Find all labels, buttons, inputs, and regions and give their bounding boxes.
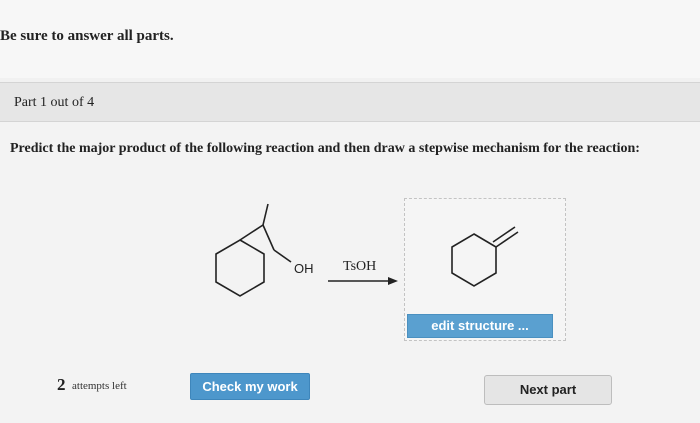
product-structure [451,226,519,287]
check-my-work-button[interactable]: Check my work [190,373,310,400]
reactant-structure [215,203,292,297]
product-exocyclic-double-bond-a [495,231,519,248]
part-header-bar: Part 1 out of 4 [0,82,700,122]
attempts-label: attempts left [72,380,127,392]
edit-structure-button[interactable]: edit structure ... [407,314,553,338]
attempts-count: 2 [57,375,66,394]
reactant-bond-methyl [262,203,269,226]
product-exocyclic-double-bond-b [492,226,516,243]
reactant-ring [215,239,265,297]
next-part-button[interactable]: Next part [484,375,612,405]
part-label: Part 1 out of 4 [14,95,95,110]
reaction-arrow [328,277,398,285]
reactant-bond-ring-to-carbon [239,224,264,241]
reagent-label: TsOH [343,259,377,274]
reactant-bond-ch2 [262,224,275,251]
hydroxyl-label: OH [294,261,314,276]
instructions-text: Be sure to answer all parts. [0,28,174,44]
reactant-bond-oh [273,249,292,263]
question-prompt: Predict the major product of the followi… [10,141,640,156]
product-ring [451,233,497,287]
